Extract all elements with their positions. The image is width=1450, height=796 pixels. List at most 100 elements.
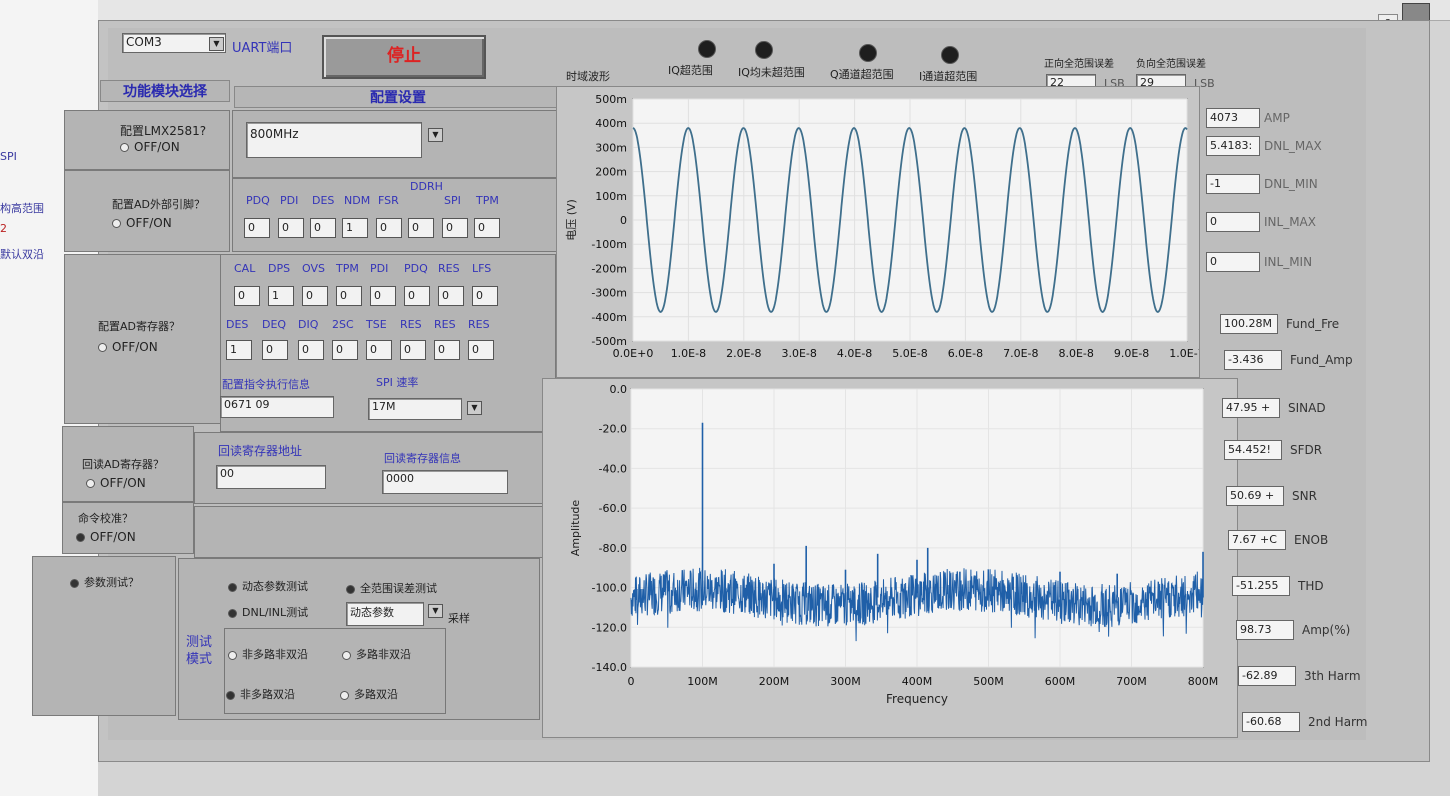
measure-value: 0 [1206,252,1260,272]
param-toggle[interactable]: 参数测试？ [70,574,139,590]
reg-bit-input[interactable]: 0 [298,340,324,360]
adpin-toggle[interactable]: OFF/ON [112,216,172,230]
reg-bit-input[interactable]: 0 [336,286,362,306]
exec-info-label: 配置指令执行信息 [222,378,310,391]
reg-bit-input[interactable]: 0 [332,340,358,360]
measure-value: 5.4183: [1206,136,1260,156]
pin-bit-label: NDM [344,194,371,207]
radio-icon [228,582,237,592]
measure-label: Fund_Amp [1290,353,1353,367]
led-indicator [698,40,716,58]
reg-bit-input[interactable]: 0 [468,340,494,360]
radio-label: DNL/INL测试 [242,606,309,619]
pin-bit-input[interactable]: 0 [408,218,434,238]
uart-label: UART端口 [232,41,293,56]
x-tick-label: 600M [1045,675,1076,688]
radio-icon [228,650,237,660]
y-tick-label: -40.0 [599,462,627,475]
reg-bit-label: PDQ [404,262,428,275]
measure-value: -3.436 [1224,350,1282,370]
dnl-test-radio[interactable]: DNL/INL测试 [228,604,308,620]
measure-value: -60.68 [1242,712,1300,732]
x-tick-label: 1.0E-8 [671,347,706,360]
param-select[interactable]: 动态参数 [346,602,424,626]
reg-bit-label: CAL [234,262,256,275]
mode-radio[interactable]: 多路双沿 [340,686,398,702]
reg-bit-input[interactable]: 0 [400,340,426,360]
chevron-down-icon[interactable]: ▼ [209,37,224,51]
reg-bit-input[interactable]: 0 [366,340,392,360]
exec-info-value: 0671 09 [220,396,334,418]
lmx-toggle[interactable]: OFF/ON [120,140,180,154]
led-indicator [859,44,877,62]
measure-label: INL_MIN [1264,255,1313,269]
reg-bit-input[interactable]: 0 [262,340,288,360]
pin-bit-input[interactable]: 0 [442,218,468,238]
toggle-label: 参数测试？ [84,576,139,589]
measure-label: 3th Harm [1304,669,1361,683]
rb-addr-input[interactable]: 00 [216,465,326,489]
x-tick-label: 100M [687,675,718,688]
rb-info-label: 回读寄存器信息 [384,452,461,465]
lmx-freq-select[interactable]: 800MHz [246,122,422,158]
reg-bit-input[interactable]: 0 [438,286,464,306]
pin-bit-label: PDQ [246,194,270,207]
full-range-test-radio[interactable]: 全范围误差测试 [346,580,437,596]
radio-icon [86,479,95,488]
y-tick-label: 400m [595,117,627,130]
radio-icon [342,650,351,660]
reg-bit-input[interactable]: 1 [268,286,294,306]
pin-bit-input[interactable]: 0 [244,218,270,238]
pin-bit-label: PDI [280,194,299,207]
reg-bit-label: DPS [268,262,291,275]
spi-rate-select[interactable]: 17M [368,398,462,420]
reg-bit-label: TPM [336,262,359,275]
toggle-label: OFF/ON [90,530,136,544]
chevron-down-icon[interactable]: ▼ [428,604,443,618]
window-toolbar [98,0,1450,21]
mode-radio[interactable]: 非多路双沿 [226,686,295,702]
y-tick-label: -60.0 [599,502,627,515]
y-tick-label: -20.0 [599,423,627,436]
mode-radio[interactable]: 非多路非双沿 [228,646,308,662]
reg-bit-input[interactable]: 0 [404,286,430,306]
x-tick-label: 0.0E+0 [613,347,654,360]
readback-toggle[interactable]: OFF/ON [86,476,146,490]
reg-bit-input[interactable]: 0 [472,286,498,306]
pin-bit-input[interactable]: 0 [310,218,336,238]
mode-label: 测试模式 [186,635,213,667]
pin-bit-input[interactable]: 0 [376,218,402,238]
radio-label: 非多路非双沿 [242,648,308,661]
x-tick-label: 9.0E-8 [1114,347,1149,360]
reg-bit-label: 2SC [332,318,354,331]
x-tick-label: 800M [1188,675,1219,688]
lmx-label: 配置LMX2581? [120,124,207,138]
mode-radio[interactable]: 多路非双沿 [342,646,411,662]
dyn-test-radio[interactable]: 动态参数测试 [228,578,308,594]
reg-bit-input[interactable]: 0 [302,286,328,306]
x-tick-label: 4.0E-8 [837,347,872,360]
reg-bit-input[interactable]: 0 [370,286,396,306]
y-tick-label: 300m [595,141,627,154]
measure-label: SINAD [1288,401,1326,415]
x-tick-label: 2.0E-8 [726,347,761,360]
reg-bit-input[interactable]: 0 [234,286,260,306]
time-wave-label: 时域波形 [566,70,610,83]
chevron-down-icon[interactable]: ▼ [428,128,443,142]
y-tick-label: -400m [591,311,627,324]
reg-bit-input[interactable]: 0 [434,340,460,360]
radio-icon [228,608,237,618]
calib-toggle[interactable]: OFF/ON [76,530,136,544]
pin-bit-input[interactable]: 0 [278,218,304,238]
reg-bit-label: DES [226,318,249,331]
reg-bit-input[interactable]: 1 [226,340,252,360]
x-tick-label: 0 [628,675,635,688]
chevron-down-icon[interactable]: ▼ [467,401,482,415]
sample-label: 采样 [448,612,470,625]
reg-bit-label: RES [468,318,490,331]
stop-button[interactable]: 停止 [322,35,486,79]
measure-value: -62.89 [1238,666,1296,686]
adreg-toggle[interactable]: OFF/ON [98,340,158,354]
pin-bit-input[interactable]: 0 [474,218,500,238]
pin-bit-input[interactable]: 1 [342,218,368,238]
